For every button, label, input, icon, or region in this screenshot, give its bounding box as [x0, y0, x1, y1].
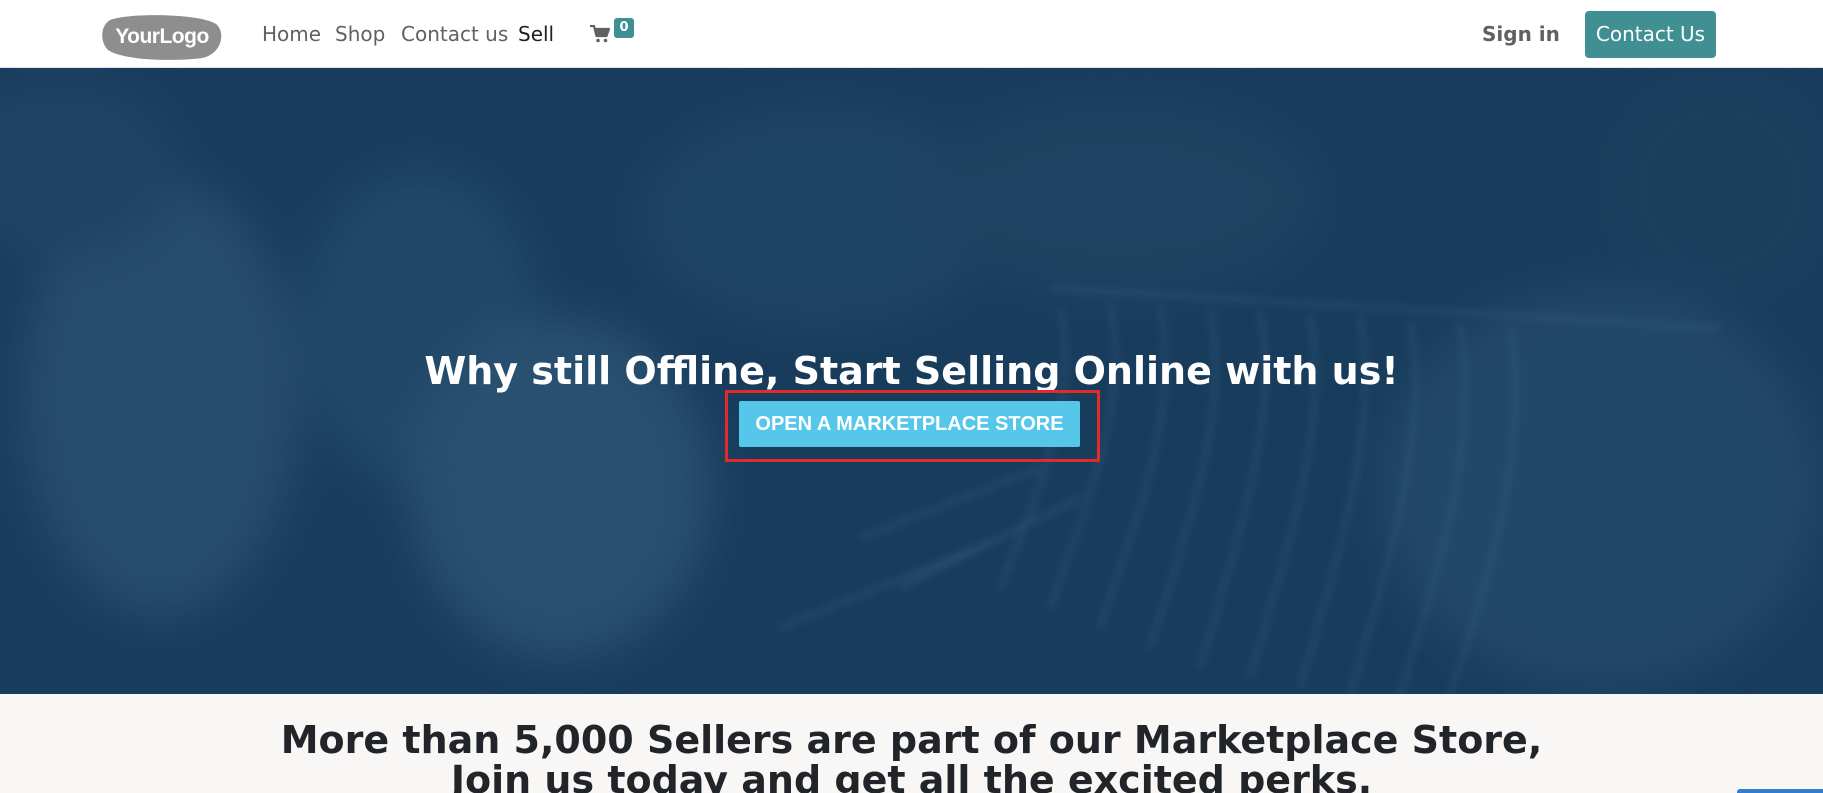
- top-navbar: YourLogo Home Shop Contact us Sell 0 Sig…: [0, 0, 1823, 68]
- nav-shop-link[interactable]: Shop: [335, 20, 385, 48]
- sign-in-link[interactable]: Sign in: [1482, 20, 1560, 48]
- hero-heading: Why still Offline, Start Selling Online …: [424, 349, 1399, 393]
- nav-home-link[interactable]: Home: [262, 20, 321, 48]
- corner-widget-tab[interactable]: [1737, 789, 1823, 793]
- sellers-heading-line2: Join us today and get all the excited pe…: [450, 758, 1373, 793]
- hero-banner: Why still Offline, Start Selling Online …: [0, 68, 1823, 694]
- sellers-heading: More than 5,000 Sellers are part of our …: [0, 720, 1823, 793]
- shopping-cart-icon: [590, 25, 610, 43]
- contact-us-button[interactable]: Contact Us: [1585, 11, 1716, 58]
- sellers-heading-line1: More than 5,000 Sellers are part of our …: [280, 718, 1543, 762]
- nav-contact-link[interactable]: Contact us: [401, 20, 508, 48]
- cart-button[interactable]: 0: [590, 18, 636, 48]
- open-marketplace-store-button[interactable]: OPEN A MARKETPLACE STORE: [739, 401, 1080, 447]
- site-logo[interactable]: YourLogo: [102, 14, 223, 60]
- sellers-section: More than 5,000 Sellers are part of our …: [0, 694, 1823, 793]
- nav-sell-link[interactable]: Sell: [518, 20, 554, 48]
- cart-count-badge: 0: [614, 18, 634, 38]
- logo-image: YourLogo: [102, 15, 222, 60]
- svg-text:YourLogo: YourLogo: [115, 25, 209, 48]
